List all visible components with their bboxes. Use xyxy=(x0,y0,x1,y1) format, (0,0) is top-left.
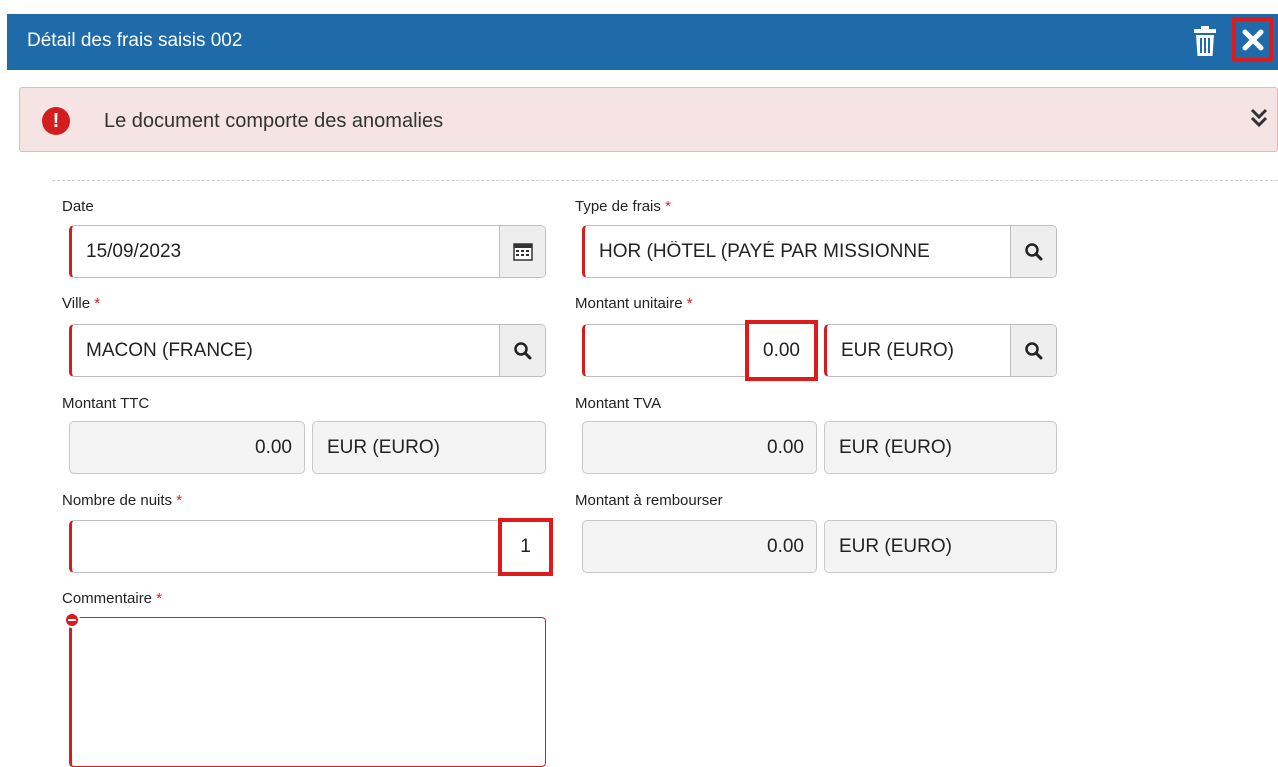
left-edge xyxy=(0,0,7,760)
chevron-double-down-icon[interactable] xyxy=(1247,106,1271,132)
montant-unitaire-value: 0.00 xyxy=(745,320,818,381)
commentaire-textarea[interactable] xyxy=(69,617,546,767)
date-field[interactable]: 15/09/2023 xyxy=(69,225,546,278)
montant-rembourser-field: 0.00 xyxy=(582,520,817,573)
section-divider xyxy=(52,180,1278,181)
exclamation-icon: ! xyxy=(42,107,70,135)
currency-search-button[interactable] xyxy=(1010,325,1056,376)
ville-field[interactable]: MACON (FRANCE) xyxy=(69,324,546,377)
montant-unitaire-currency-field[interactable]: EUR (EURO) xyxy=(824,324,1057,377)
ville-search-button[interactable] xyxy=(499,325,545,376)
type-frais-search-button[interactable] xyxy=(1010,226,1056,277)
montant-tva-field: 0.00 xyxy=(582,421,817,474)
anomaly-alert: ! Le document comporte des anomalies xyxy=(19,87,1278,152)
dialog-header: Détail des frais saisis 002 xyxy=(7,14,1278,70)
dialog-title: Détail des frais saisis 002 xyxy=(27,30,243,51)
montant-tva-label: Montant TVA xyxy=(575,395,662,412)
montant-tva-value: 0.00 xyxy=(767,437,804,458)
type-frais-value: HOR (HÔTEL (PAYÉ PAR MISSIONNE xyxy=(599,241,930,262)
nombre-nuits-value: 1 xyxy=(498,518,553,576)
nombre-nuits-field[interactable] xyxy=(69,520,546,573)
montant-unitaire-currency: EUR (EURO) xyxy=(841,340,954,361)
error-minus-icon xyxy=(64,612,80,628)
type-frais-field[interactable]: HOR (HÔTEL (PAYÉ PAR MISSIONNE xyxy=(582,225,1057,278)
search-icon xyxy=(1024,242,1042,260)
calendar-button[interactable] xyxy=(499,226,545,277)
close-button[interactable] xyxy=(1232,17,1273,62)
date-label: Date xyxy=(62,198,94,215)
montant-ttc-field: 0.00 xyxy=(69,421,305,474)
type-frais-label: Type de frais * xyxy=(575,198,671,215)
trash-icon[interactable] xyxy=(1187,23,1223,59)
ville-value: MACON (FRANCE) xyxy=(86,340,253,361)
montant-ttc-currency-field: EUR (EURO) xyxy=(312,421,546,474)
nombre-nuits-label: Nombre de nuits * xyxy=(62,492,183,509)
commentaire-label: Commentaire * xyxy=(62,590,163,607)
montant-ttc-currency: EUR (EURO) xyxy=(327,437,440,458)
calendar-icon xyxy=(512,242,533,261)
montant-rembourser-label: Montant à rembourser xyxy=(575,492,723,509)
ville-label: Ville * xyxy=(62,295,101,312)
date-value: 15/09/2023 xyxy=(86,241,182,262)
close-icon xyxy=(1242,29,1263,50)
montant-tva-currency-field: EUR (EURO) xyxy=(824,421,1057,474)
montant-rembourser-currency: EUR (EURO) xyxy=(839,536,952,557)
montant-rembourser-value: 0.00 xyxy=(767,536,804,557)
alert-message: Le document comporte des anomalies xyxy=(104,110,444,132)
montant-unitaire-label: Montant unitaire * xyxy=(575,295,693,312)
montant-tva-currency: EUR (EURO) xyxy=(839,437,952,458)
montant-ttc-label: Montant TTC xyxy=(62,395,150,412)
montant-ttc-value: 0.00 xyxy=(255,437,292,458)
montant-rembourser-currency-field: EUR (EURO) xyxy=(824,520,1057,573)
search-icon xyxy=(1024,341,1042,359)
search-icon xyxy=(513,341,531,359)
